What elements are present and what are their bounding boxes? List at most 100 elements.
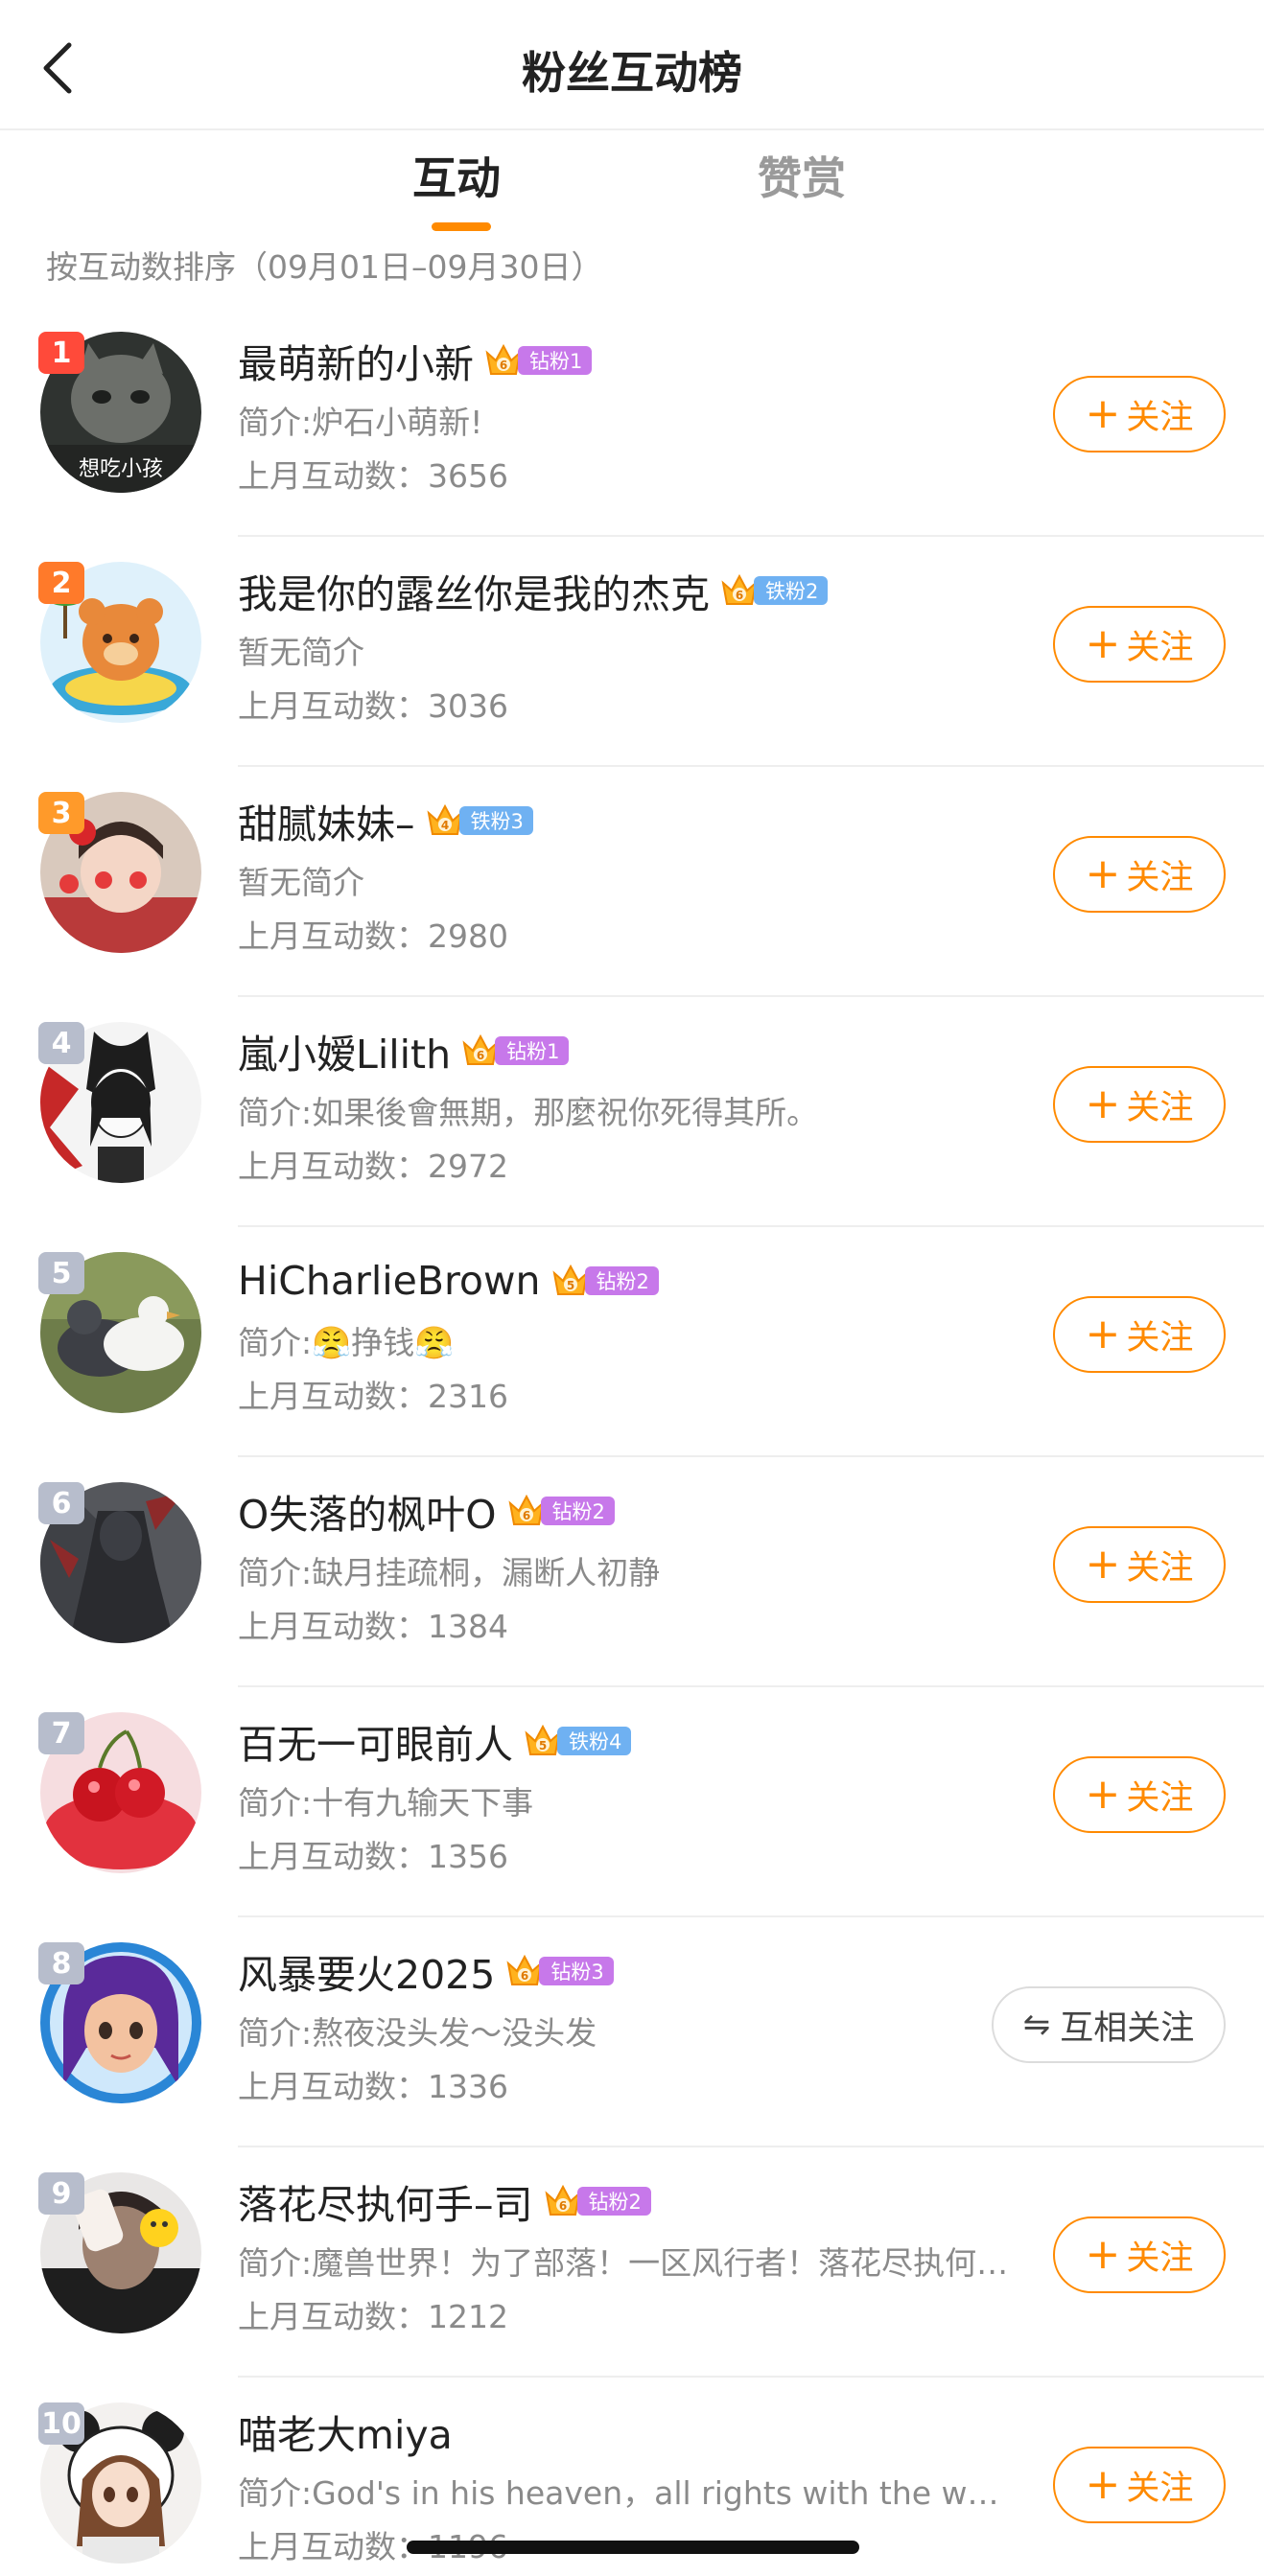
follow-button-label: 关注 — [1126, 1088, 1194, 1127]
plus-icon: + — [1085, 389, 1121, 438]
tab-interaction[interactable]: 互动 — [412, 144, 501, 207]
user-name[interactable]: HiCharlieBrown — [238, 1258, 541, 1304]
fan-label: 钻粉3 — [539, 1957, 614, 1985]
fan-level-badge: 4 铁粉3 — [425, 801, 533, 840]
follow-button-label: 关注 — [1126, 2469, 1194, 2508]
svg-text:想吃小孩: 想吃小孩 — [79, 457, 163, 481]
fan-label: 钻粉2 — [540, 1497, 615, 1525]
svg-text:6: 6 — [522, 1509, 529, 1522]
page-title: 粉丝互动榜 — [522, 47, 742, 99]
user-name[interactable]: O失落的枫叶O — [238, 1482, 497, 1540]
fan-label: 铁粉2 — [754, 576, 829, 605]
fan-ranking-list: 想吃小孩 1 最萌新的小新 6 钻粉1 简介:炉石小萌新! 上月互动数：3656… — [0, 307, 1264, 2576]
plus-icon: + — [1085, 2460, 1121, 2509]
user-bio: 简介:十有九输天下事 — [238, 1784, 534, 1822]
fan-level-badge: 6 钻粉1 — [460, 1032, 570, 1070]
user-name[interactable]: 风暴要火2025 — [238, 1942, 495, 2000]
follow-button[interactable]: + 关注 — [1053, 836, 1226, 913]
fan-level-badge: 6 钻粉3 — [504, 1952, 614, 1990]
user-bio: 简介:God's in his heaven，all rights with t… — [238, 2474, 1015, 2512]
user-bio: 暂无简介 — [238, 864, 364, 901]
interaction-count: 上月互动数：2972 — [238, 1148, 508, 1185]
interaction-count: 上月互动数：1384 — [238, 1608, 508, 1645]
fan-level-badge: 5 钻粉2 — [550, 1262, 659, 1300]
user-name[interactable]: 嵐小嫒Lilith — [238, 1022, 451, 1079]
top-bar: 粉丝互动榜 — [0, 0, 1264, 130]
rank-badge: 4 — [38, 1022, 84, 1064]
interaction-count: 上月互动数：1336 — [238, 2068, 508, 2105]
svg-text:6: 6 — [521, 1969, 528, 1983]
interaction-count: 上月互动数：1356 — [238, 1838, 508, 1875]
user-bio: 简介:😤挣钱😤 — [238, 1324, 455, 1361]
list-item[interactable]: 2 我是你的露丝你是我的杰克 6 铁粉2 暂无简介 上月互动数：3036 + 关… — [0, 537, 1264, 767]
list-item[interactable]: 想吃小孩 1 最萌新的小新 6 钻粉1 简介:炉石小萌新! 上月互动数：3656… — [0, 307, 1264, 537]
tab-bar: 互动 赞赏 — [0, 130, 1264, 236]
rank-badge: 5 — [38, 1252, 84, 1294]
follow-button-label: 关注 — [1126, 858, 1194, 897]
follow-button-label: 关注 — [1126, 1318, 1194, 1358]
follow-button[interactable]: + 关注 — [1053, 2447, 1226, 2523]
follow-button-label: 关注 — [1126, 398, 1194, 437]
svg-text:5: 5 — [566, 1279, 573, 1292]
rank-badge: 1 — [38, 332, 84, 374]
fan-label: 钻粉1 — [495, 1036, 570, 1065]
follow-button[interactable]: + 关注 — [1053, 1526, 1226, 1603]
mutual-follow-label: 互相关注 — [1060, 2008, 1195, 2048]
list-item[interactable]: 6 O失落的枫叶O 6 钻粉2 简介:缺月挂疏桐，漏断人初静 上月互动数：138… — [0, 1457, 1264, 1687]
interaction-count: 上月互动数：3036 — [238, 687, 508, 725]
follow-button[interactable]: + 关注 — [1053, 1756, 1226, 1833]
rank-badge: 7 — [38, 1712, 84, 1754]
list-item[interactable]: 5 HiCharlieBrown 5 钻粉2 简介:😤挣钱😤 上月互动数：231… — [0, 1227, 1264, 1457]
svg-text:6: 6 — [736, 589, 743, 602]
plus-icon: + — [1085, 619, 1121, 668]
svg-text:6: 6 — [477, 1049, 484, 1062]
mutual-follow-button[interactable]: ⇋ 互相关注 — [992, 1986, 1226, 2063]
follow-button-label: 关注 — [1126, 2239, 1194, 2278]
follow-button[interactable]: + 关注 — [1053, 1296, 1226, 1373]
user-name[interactable]: 百无一可眼前人 — [238, 1712, 513, 1770]
user-name[interactable]: 喵老大miya — [238, 2402, 453, 2460]
svg-text:4: 4 — [440, 819, 448, 832]
follow-button[interactable]: + 关注 — [1053, 2216, 1226, 2293]
list-item[interactable]: 9 落花尽执何手–司 6 钻粉2 简介:魔兽世界！为了部落！一区风行者！落花尽执… — [0, 2147, 1264, 2378]
svg-text:6: 6 — [500, 359, 507, 372]
interaction-count: 上月互动数：2316 — [238, 1378, 508, 1415]
user-name[interactable]: 最萌新的小新 — [238, 332, 474, 389]
plus-icon: + — [1085, 1079, 1121, 1128]
list-item[interactable]: 7 百无一可眼前人 5 铁粉4 简介:十有九输天下事 上月互动数：1356 + … — [0, 1687, 1264, 1917]
follow-button[interactable]: + 关注 — [1053, 606, 1226, 683]
user-name[interactable]: 落花尽执何手–司 — [238, 2172, 533, 2230]
follow-button[interactable]: + 关注 — [1053, 376, 1226, 453]
fan-level-badge: 6 铁粉2 — [719, 571, 829, 610]
fan-label: 钻粉1 — [518, 346, 593, 375]
interaction-count: 上月互动数：2980 — [238, 917, 508, 955]
plus-icon: + — [1085, 2230, 1121, 2279]
plus-icon: + — [1085, 849, 1121, 898]
tab-reward[interactable]: 赞赏 — [758, 144, 846, 207]
rank-badge: 2 — [38, 562, 84, 604]
rank-badge: 3 — [38, 792, 84, 834]
svg-text:5: 5 — [539, 1739, 547, 1752]
follow-button-label: 关注 — [1126, 628, 1194, 667]
rank-badge: 9 — [38, 2172, 84, 2215]
swap-arrows-icon: ⇋ — [1022, 2006, 1051, 2044]
follow-button-label: 关注 — [1126, 1548, 1194, 1588]
user-name[interactable]: 我是你的露丝你是我的杰克 — [238, 562, 710, 619]
user-bio: 简介:炉石小萌新! — [238, 404, 483, 441]
interaction-count: 上月互动数：3656 — [238, 457, 508, 495]
interaction-count: 上月互动数：1212 — [238, 2298, 508, 2335]
fan-label: 铁粉4 — [557, 1727, 632, 1755]
rank-badge: 10 — [38, 2402, 84, 2445]
plus-icon: + — [1085, 1540, 1121, 1589]
rank-badge: 8 — [38, 1942, 84, 1984]
follow-button-label: 关注 — [1126, 1778, 1194, 1818]
fan-label: 钻粉2 — [576, 2187, 651, 2216]
list-item[interactable]: 4 嵐小嫒Lilith 6 钻粉1 简介:如果後會無期，那麼祝你死得其所。 上月… — [0, 997, 1264, 1227]
fan-label: 钻粉2 — [584, 1266, 659, 1295]
list-item[interactable]: 3 甜腻妹妹– 4 铁粉3 暂无简介 上月互动数：2980 + 关注 — [0, 767, 1264, 997]
follow-button[interactable]: + 关注 — [1053, 1066, 1226, 1143]
fan-label: 铁粉3 — [458, 806, 533, 835]
user-bio: 暂无简介 — [238, 634, 364, 671]
user-name[interactable]: 甜腻妹妹– — [238, 792, 415, 849]
list-item[interactable]: 8 风暴要火2025 6 钻粉3 简介:熬夜没头发～没头发 上月互动数：1336… — [0, 1917, 1264, 2147]
